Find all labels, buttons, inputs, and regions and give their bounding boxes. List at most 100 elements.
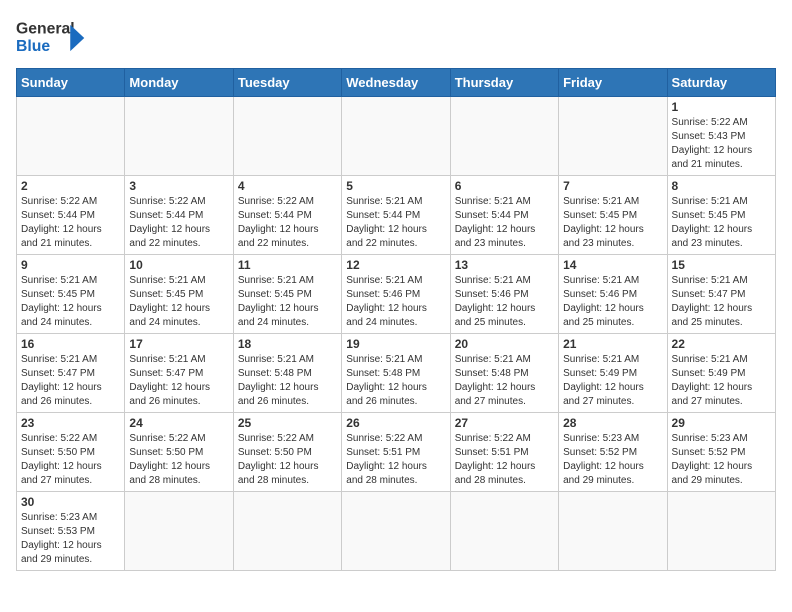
day-number: 17 — [129, 337, 228, 351]
day-info: Sunrise: 5:21 AM Sunset: 5:44 PM Dayligh… — [346, 195, 445, 251]
day-info: Sunrise: 5:21 AM Sunset: 5:47 PM Dayligh… — [672, 274, 771, 330]
day-number: 18 — [238, 337, 337, 351]
day-info: Sunrise: 5:22 AM Sunset: 5:44 PM Dayligh… — [238, 195, 337, 251]
day-info: Sunrise: 5:21 AM Sunset: 5:49 PM Dayligh… — [672, 353, 771, 409]
day-number: 27 — [455, 416, 554, 430]
weekday-header-sunday: Sunday — [17, 69, 125, 97]
day-info: Sunrise: 5:22 AM Sunset: 5:50 PM Dayligh… — [21, 432, 120, 488]
day-number: 9 — [21, 258, 120, 272]
day-info: Sunrise: 5:22 AM Sunset: 5:44 PM Dayligh… — [129, 195, 228, 251]
calendar-table: SundayMondayTuesdayWednesdayThursdayFrid… — [16, 68, 776, 571]
weekday-header-friday: Friday — [559, 69, 667, 97]
calendar-cell — [342, 492, 450, 571]
calendar-cell — [559, 492, 667, 571]
calendar-cell: 4 Sunrise: 5:22 AM Sunset: 5:44 PM Daylig… — [233, 176, 341, 255]
calendar-cell: 25 Sunrise: 5:22 AM Sunset: 5:50 PM Dayli… — [233, 413, 341, 492]
calendar-cell — [559, 97, 667, 176]
weekday-header-monday: Monday — [125, 69, 233, 97]
calendar-cell — [450, 492, 558, 571]
calendar-cell — [125, 492, 233, 571]
day-info: Sunrise: 5:22 AM Sunset: 5:50 PM Dayligh… — [238, 432, 337, 488]
calendar-cell: 29 Sunrise: 5:23 AM Sunset: 5:52 PM Dayli… — [667, 413, 775, 492]
day-number: 30 — [21, 495, 120, 509]
week-row-5: 23 Sunrise: 5:22 AM Sunset: 5:50 PM Dayli… — [17, 413, 776, 492]
day-info: Sunrise: 5:21 AM Sunset: 5:45 PM Dayligh… — [672, 195, 771, 251]
day-info: Sunrise: 5:22 AM Sunset: 5:50 PM Dayligh… — [129, 432, 228, 488]
day-info: Sunrise: 5:23 AM Sunset: 5:52 PM Dayligh… — [672, 432, 771, 488]
calendar-cell: 27 Sunrise: 5:22 AM Sunset: 5:51 PM Dayli… — [450, 413, 558, 492]
calendar-cell — [17, 97, 125, 176]
day-number: 23 — [21, 416, 120, 430]
day-info: Sunrise: 5:21 AM Sunset: 5:47 PM Dayligh… — [21, 353, 120, 409]
day-number: 5 — [346, 179, 445, 193]
day-number: 29 — [672, 416, 771, 430]
day-info: Sunrise: 5:22 AM Sunset: 5:51 PM Dayligh… — [346, 432, 445, 488]
calendar-cell: 6 Sunrise: 5:21 AM Sunset: 5:44 PM Daylig… — [450, 176, 558, 255]
day-info: Sunrise: 5:21 AM Sunset: 5:46 PM Dayligh… — [455, 274, 554, 330]
logo-icon: GeneralBlue — [16, 16, 86, 60]
day-info: Sunrise: 5:21 AM Sunset: 5:49 PM Dayligh… — [563, 353, 662, 409]
calendar-cell: 9 Sunrise: 5:21 AM Sunset: 5:45 PM Daylig… — [17, 255, 125, 334]
calendar-cell — [342, 97, 450, 176]
day-number: 16 — [21, 337, 120, 351]
day-info: Sunrise: 5:23 AM Sunset: 5:53 PM Dayligh… — [21, 511, 120, 567]
calendar-cell: 24 Sunrise: 5:22 AM Sunset: 5:50 PM Dayli… — [125, 413, 233, 492]
day-info: Sunrise: 5:21 AM Sunset: 5:48 PM Dayligh… — [455, 353, 554, 409]
day-info: Sunrise: 5:21 AM Sunset: 5:48 PM Dayligh… — [238, 353, 337, 409]
calendar-cell: 11Sunrise: 5:21 AM Sunset: 5:45 PM Dayli… — [233, 255, 341, 334]
calendar-cell: 7Sunrise: 5:21 AM Sunset: 5:45 PM Daylig… — [559, 176, 667, 255]
calendar-cell — [125, 97, 233, 176]
calendar-cell: 18 Sunrise: 5:21 AM Sunset: 5:48 PM Dayli… — [233, 334, 341, 413]
day-info: Sunrise: 5:21 AM Sunset: 5:47 PM Dayligh… — [129, 353, 228, 409]
day-number: 25 — [238, 416, 337, 430]
calendar-cell: 22Sunrise: 5:21 AM Sunset: 5:49 PM Dayli… — [667, 334, 775, 413]
day-number: 14 — [563, 258, 662, 272]
calendar-cell: 1 Sunrise: 5:22 AM Sunset: 5:43 PM Daylig… — [667, 97, 775, 176]
svg-text:General: General — [16, 21, 75, 38]
day-number: 8 — [672, 179, 771, 193]
calendar-cell: 3 Sunrise: 5:22 AM Sunset: 5:44 PM Daylig… — [125, 176, 233, 255]
day-number: 4 — [238, 179, 337, 193]
day-number: 1 — [672, 100, 771, 114]
week-row-4: 16 Sunrise: 5:21 AM Sunset: 5:47 PM Dayli… — [17, 334, 776, 413]
calendar-cell — [667, 492, 775, 571]
calendar-cell — [233, 492, 341, 571]
calendar-cell — [450, 97, 558, 176]
calendar-cell: 26 Sunrise: 5:22 AM Sunset: 5:51 PM Dayli… — [342, 413, 450, 492]
day-number: 28 — [563, 416, 662, 430]
calendar-cell: 12 Sunrise: 5:21 AM Sunset: 5:46 PM Dayli… — [342, 255, 450, 334]
day-number: 3 — [129, 179, 228, 193]
calendar-cell: 14Sunrise: 5:21 AM Sunset: 5:46 PM Dayli… — [559, 255, 667, 334]
day-number: 13 — [455, 258, 554, 272]
day-info: Sunrise: 5:22 AM Sunset: 5:51 PM Dayligh… — [455, 432, 554, 488]
week-row-2: 2 Sunrise: 5:22 AM Sunset: 5:44 PM Daylig… — [17, 176, 776, 255]
week-row-3: 9 Sunrise: 5:21 AM Sunset: 5:45 PM Daylig… — [17, 255, 776, 334]
day-number: 26 — [346, 416, 445, 430]
day-number: 2 — [21, 179, 120, 193]
day-info: Sunrise: 5:21 AM Sunset: 5:45 PM Dayligh… — [563, 195, 662, 251]
day-number: 12 — [346, 258, 445, 272]
day-info: Sunrise: 5:21 AM Sunset: 5:45 PM Dayligh… — [129, 274, 228, 330]
day-info: Sunrise: 5:21 AM Sunset: 5:44 PM Dayligh… — [455, 195, 554, 251]
calendar-cell: 28Sunrise: 5:23 AM Sunset: 5:52 PM Dayli… — [559, 413, 667, 492]
calendar-cell: 10Sunrise: 5:21 AM Sunset: 5:45 PM Dayli… — [125, 255, 233, 334]
logo: GeneralBlue — [16, 16, 86, 60]
day-number: 21 — [563, 337, 662, 351]
weekday-header-thursday: Thursday — [450, 69, 558, 97]
weekday-header-tuesday: Tuesday — [233, 69, 341, 97]
day-number: 24 — [129, 416, 228, 430]
day-info: Sunrise: 5:22 AM Sunset: 5:43 PM Dayligh… — [672, 116, 771, 172]
calendar-cell: 16 Sunrise: 5:21 AM Sunset: 5:47 PM Dayli… — [17, 334, 125, 413]
calendar-cell: 8 Sunrise: 5:21 AM Sunset: 5:45 PM Daylig… — [667, 176, 775, 255]
day-info: Sunrise: 5:22 AM Sunset: 5:44 PM Dayligh… — [21, 195, 120, 251]
calendar-cell: 30 Sunrise: 5:23 AM Sunset: 5:53 PM Dayli… — [17, 492, 125, 571]
weekday-header-saturday: Saturday — [667, 69, 775, 97]
calendar-cell: 17 Sunrise: 5:21 AM Sunset: 5:47 PM Dayli… — [125, 334, 233, 413]
svg-text:Blue: Blue — [16, 38, 50, 55]
day-info: Sunrise: 5:21 AM Sunset: 5:46 PM Dayligh… — [346, 274, 445, 330]
week-row-6: 30 Sunrise: 5:23 AM Sunset: 5:53 PM Dayli… — [17, 492, 776, 571]
day-number: 6 — [455, 179, 554, 193]
day-number: 11 — [238, 258, 337, 272]
day-info: Sunrise: 5:21 AM Sunset: 5:45 PM Dayligh… — [21, 274, 120, 330]
weekday-header-row: SundayMondayTuesdayWednesdayThursdayFrid… — [17, 69, 776, 97]
